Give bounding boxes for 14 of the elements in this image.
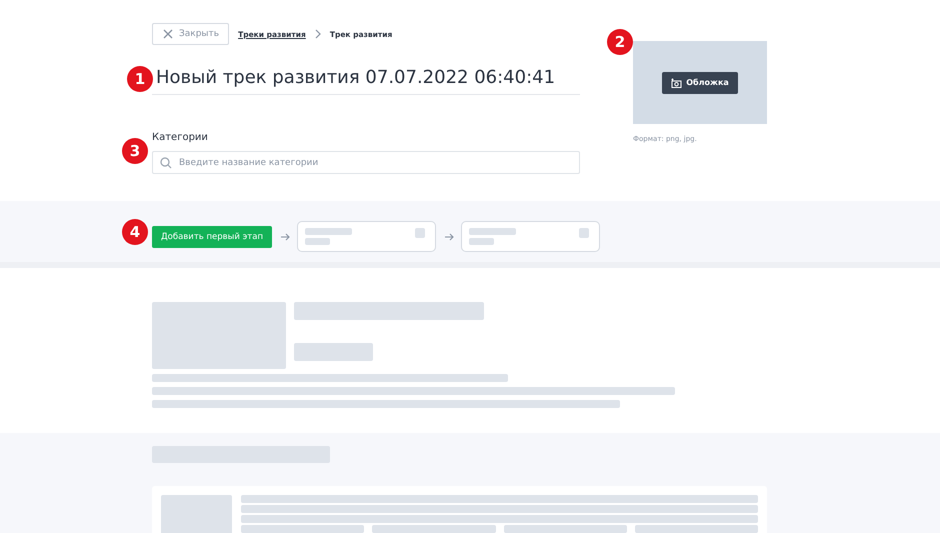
step-marker: 3 xyxy=(122,138,148,164)
track-title[interactable]: Новый трек развития 07.07.2022 06:40:41 xyxy=(156,66,580,90)
step-marker: 4 xyxy=(122,219,148,245)
cover-button[interactable]: Обложка xyxy=(662,72,738,94)
arrow-icon xyxy=(445,232,454,240)
step-marker: 2 xyxy=(607,29,633,55)
category-search-field[interactable]: Введите название категории xyxy=(152,151,580,174)
step-marker: 1 xyxy=(127,66,153,92)
camera-icon xyxy=(671,78,682,88)
search-icon xyxy=(160,157,172,169)
chevron-icon xyxy=(314,29,321,39)
close-icon xyxy=(163,29,173,39)
categories-label: Категории xyxy=(152,132,209,143)
arrow-icon xyxy=(281,232,290,240)
